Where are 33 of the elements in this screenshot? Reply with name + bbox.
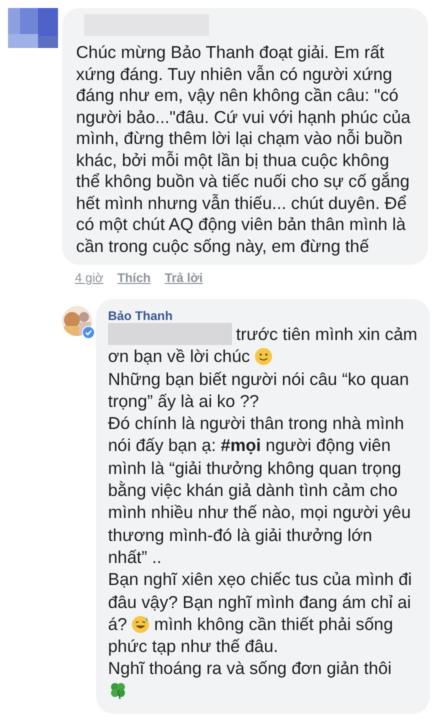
comment-text: hết mình nhưng vẫn thiếu... chút duyên. Để xyxy=(76,192,407,214)
comment-text: xứng đáng. Tuy nhiên vẫn có người xứng xyxy=(76,64,392,85)
reply-text: ơn bạn về lời chúc xyxy=(108,345,250,368)
reply-text: Những bạn biết người nói câu “ko quan xyxy=(108,368,409,390)
reply-text: Nghĩ thoáng ra và sống đơn giản thôi xyxy=(108,657,392,680)
author-name[interactable]: Bảo Thanh xyxy=(108,309,420,323)
comment-text: Chúc mừng Bảo Thanh đoạt giải. Em rất xyxy=(76,42,384,64)
reply-text: thương mình-đó là giải thưởng lớn xyxy=(108,524,372,546)
comment-text: đáng như em, vậy nên không cần câu: "có xyxy=(76,85,398,106)
reply-text: mình không cần thiết phải sống xyxy=(154,612,394,636)
comment-text: cần trong cuộc sống này, em đừng thế xyxy=(76,236,370,257)
reply-text: Đó chính là người thân trong nhà mình xyxy=(108,412,404,434)
comment-text: khác, bởi mỗi một lần bị thua cuộc không xyxy=(76,150,390,171)
timestamp-link[interactable]: 4 giờ xyxy=(75,271,104,285)
action-link[interactable]: Trả lời xyxy=(164,271,203,285)
reply-text: bằng việc khán giả dành tình cảm cho xyxy=(108,479,398,502)
reply-text: nhất” .. xyxy=(108,546,162,568)
reply-text: trọng” ấy là ai ko ?? xyxy=(108,390,259,412)
reply-text: đâu vậy? Bạn nghĩ mình đang ám chỉ ai xyxy=(108,590,411,613)
comment-text: thể không buồn và tiếc nuối cho sự cố gắng xyxy=(76,171,410,192)
smiley-emoji-icon xyxy=(254,346,273,366)
action-link[interactable]: Thích xyxy=(117,271,151,285)
comment-text: người bảo..."đâu. Cứ vui với hạnh phúc của xyxy=(76,106,410,128)
reply-text: nói đấy bạn ạ: #mọi người động viên xyxy=(108,434,391,457)
reply-text: phức tạp như thế đâu. xyxy=(108,635,278,658)
comment-text: có một chút AQ động viên bản thân mình là xyxy=(76,214,406,236)
reply-text: trước tiên mình xin cảm xyxy=(236,323,418,346)
sweat-smile-emoji-icon xyxy=(131,614,150,634)
comment-text: mình, đừng thêm lời lại chạm vào nỗi buồn xyxy=(76,128,403,150)
reply-text: mình nhiều như thế nào, mọi người yêu xyxy=(108,501,411,524)
reply-text: á? xyxy=(108,612,128,636)
reply-text: mình là “giải thưởng không quan trọng xyxy=(108,456,402,480)
reply-text: Bạn nghĩ xiên xẹo chiếc tus của mình đi xyxy=(108,568,412,591)
